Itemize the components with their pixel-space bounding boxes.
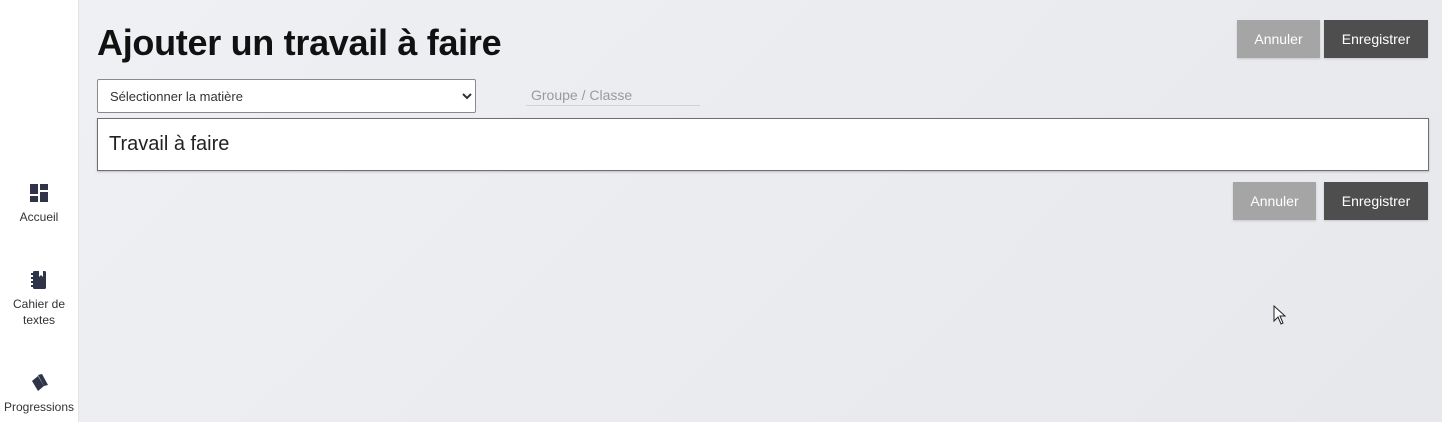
sidebar-item-label: Cahier de textes [12, 297, 66, 327]
sidebar-item-label: Progressions [3, 400, 75, 414]
mouse-pointer-icon [1273, 305, 1287, 325]
sidebar-item-label: Accueil [19, 210, 59, 224]
subject-select[interactable]: Sélectionner la matière [97, 79, 476, 113]
group-class-input[interactable] [526, 84, 700, 106]
save-button-bottom[interactable]: Enregistrer [1324, 182, 1428, 220]
sidebar: Accueil Cahier de textes Progressions [0, 0, 79, 422]
save-button-top[interactable]: Enregistrer [1324, 20, 1428, 58]
sidebar-item-accueil[interactable]: Accueil [0, 183, 78, 225]
cancel-button-top[interactable]: Annuler [1237, 20, 1320, 58]
page-title: Ajouter un travail à faire [97, 22, 502, 63]
app-window: Accueil Cahier de textes Progressions Aj… [0, 0, 1442, 422]
dashboard-icon [30, 184, 48, 202]
cards-icon [32, 374, 48, 391]
main-content: Ajouter un travail à faire Annuler Enreg… [79, 0, 1442, 422]
work-to-do-field[interactable] [97, 118, 1429, 171]
sidebar-item-progressions[interactable]: Progressions [0, 373, 78, 415]
sidebar-item-cahier-de-textes[interactable]: Cahier de textes [0, 270, 78, 328]
cancel-button-bottom[interactable]: Annuler [1233, 182, 1316, 220]
notebook-icon [31, 271, 46, 289]
